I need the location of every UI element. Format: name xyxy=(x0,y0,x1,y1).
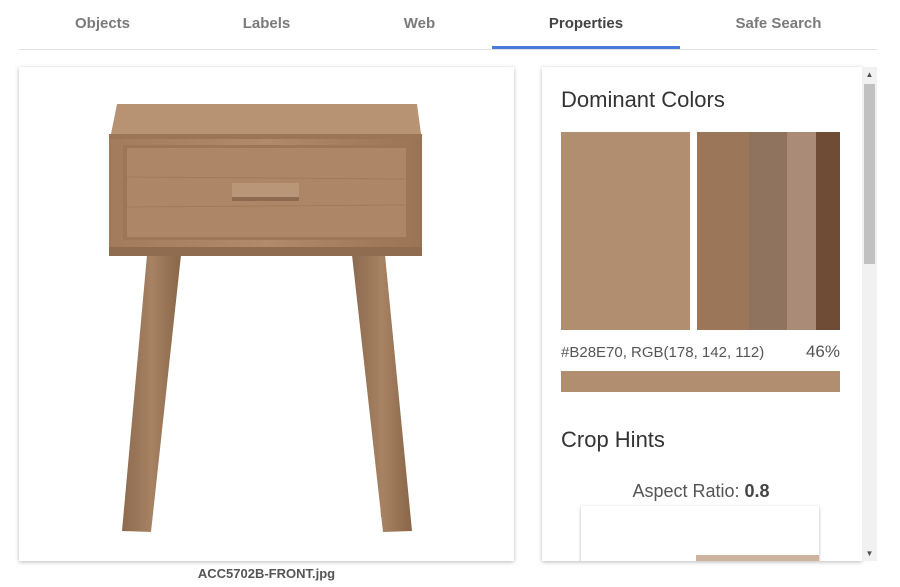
secondary-swatch-1[interactable] xyxy=(697,132,749,330)
secondary-color-swatches xyxy=(697,132,840,330)
primary-color-bar xyxy=(561,371,840,392)
primary-color-swatch[interactable] xyxy=(561,132,690,330)
scroll-down-arrow-icon[interactable]: ▼ xyxy=(862,549,877,558)
primary-color-label: #B28E70, RGB(178, 142, 112) xyxy=(561,344,765,361)
tab-web[interactable]: Web xyxy=(347,0,492,48)
crop-hint-image xyxy=(696,555,819,561)
crop-hint-preview xyxy=(581,506,819,561)
secondary-swatch-4[interactable] xyxy=(816,132,840,330)
properties-panel: Dominant Colors #B28E70, RGB(178, 142, 1… xyxy=(542,67,862,561)
tab-safe-search[interactable]: Safe Search xyxy=(680,0,877,48)
active-tab-indicator xyxy=(492,46,680,49)
primary-color-percent: 46% xyxy=(805,342,840,361)
image-preview xyxy=(19,67,514,561)
scroll-up-arrow-icon[interactable]: ▲ xyxy=(862,70,877,79)
crop-hints-title: Crop Hints xyxy=(561,427,665,452)
secondary-swatch-3[interactable] xyxy=(787,132,816,330)
image-file-name: ACC5702B-FRONT.jpg xyxy=(197,566,336,581)
aspect-ratio: Aspect Ratio: 0.8 xyxy=(542,481,860,502)
tab-properties-label: Properties xyxy=(548,15,624,32)
tab-properties[interactable]: Properties xyxy=(492,0,680,49)
dominant-colors-title: Dominant Colors xyxy=(561,87,725,112)
tab-labels[interactable]: Labels xyxy=(186,0,347,48)
aspect-ratio-value: 0.8 xyxy=(744,481,770,501)
aspect-ratio-label: Aspect Ratio: xyxy=(632,481,740,501)
tab-objects[interactable]: Objects xyxy=(19,0,186,48)
tab-bar: Objects Labels Web Properties Safe Searc… xyxy=(19,0,877,50)
nightstand-image xyxy=(109,104,422,532)
secondary-swatch-2[interactable] xyxy=(749,132,787,330)
properties-scrollbar[interactable]: ▲ ▼ xyxy=(862,67,877,561)
scroll-thumb[interactable] xyxy=(864,84,875,264)
